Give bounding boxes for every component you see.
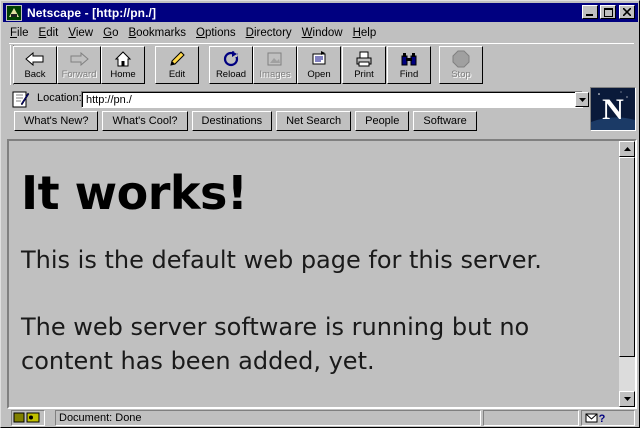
window-title: Netscape - [http://pn./] bbox=[27, 5, 157, 20]
minimize-icon bbox=[586, 14, 593, 16]
home-button[interactable]: Home bbox=[101, 46, 145, 84]
page-heading: It works! bbox=[21, 166, 248, 220]
mail-news-panel: ? bbox=[581, 410, 635, 426]
net-search-button[interactable]: Net Search bbox=[276, 111, 352, 131]
stop-icon bbox=[450, 49, 472, 69]
close-icon bbox=[623, 8, 631, 16]
print-button[interactable]: Print bbox=[342, 46, 386, 84]
page-content-frame: It works! This is the default web page f… bbox=[7, 139, 637, 409]
scroll-up-arrow-icon bbox=[623, 147, 631, 151]
printer-icon bbox=[353, 49, 375, 69]
security-key-icon bbox=[13, 412, 40, 423]
home-icon bbox=[112, 49, 134, 69]
forward-label: Forward bbox=[61, 69, 97, 80]
people-button[interactable]: People bbox=[355, 111, 410, 131]
software-button[interactable]: Software bbox=[413, 111, 477, 131]
open-label: Open bbox=[307, 69, 331, 80]
find-label: Find bbox=[399, 69, 419, 80]
maximize-icon bbox=[603, 7, 613, 17]
menu-window[interactable]: Window bbox=[297, 27, 348, 39]
forward-button[interactable]: Forward bbox=[57, 46, 101, 84]
reload-icon bbox=[220, 49, 242, 69]
pencil-icon bbox=[166, 49, 188, 69]
reload-button[interactable]: Reload bbox=[209, 46, 253, 84]
svg-text:?: ? bbox=[599, 413, 606, 424]
status-bar: Document: Done ? bbox=[9, 409, 637, 427]
title-bar[interactable]: Netscape - [http://pn./] bbox=[3, 3, 638, 22]
home-label: Home bbox=[110, 69, 136, 80]
print-label: Print bbox=[354, 69, 374, 80]
security-indicator[interactable] bbox=[11, 410, 45, 426]
menu-bar: File Edit View Go Bookmarks Options Dire… bbox=[5, 24, 381, 42]
netscape-n-logo-icon: N bbox=[591, 88, 635, 130]
status-text: Document: Done bbox=[59, 412, 142, 424]
vertical-scrollbar[interactable] bbox=[619, 141, 635, 407]
images-button[interactable]: Images bbox=[253, 46, 297, 84]
open-button[interactable]: Open bbox=[297, 46, 341, 84]
logo-letter: N bbox=[602, 93, 624, 126]
progress-panel bbox=[483, 410, 579, 426]
menu-bookmarks[interactable]: Bookmarks bbox=[123, 27, 191, 39]
close-button[interactable] bbox=[619, 5, 635, 19]
location-label: Location: bbox=[37, 92, 82, 104]
location-input[interactable] bbox=[81, 91, 583, 108]
maximize-button[interactable] bbox=[600, 5, 616, 19]
images-icon bbox=[264, 49, 286, 69]
navigation-toolbar: Back Forward Home Edit Reload Images Ope… bbox=[9, 43, 634, 85]
binoculars-icon bbox=[398, 49, 420, 69]
scroll-thumb[interactable] bbox=[619, 157, 635, 357]
images-label: Images bbox=[259, 69, 291, 80]
stop-button[interactable]: Stop bbox=[439, 46, 483, 84]
scroll-down-arrow-icon bbox=[623, 397, 631, 401]
page-content[interactable]: It works! This is the default web page f… bbox=[11, 143, 619, 407]
page-paragraph-1: This is the default web page for this se… bbox=[21, 246, 542, 274]
forward-arrow-icon bbox=[68, 49, 90, 69]
back-label: Back bbox=[24, 69, 46, 80]
directory-buttons-bar: What's New? What's Cool? Destinations Ne… bbox=[14, 111, 481, 133]
bookmark-quickfile-icon[interactable] bbox=[12, 90, 30, 108]
mail-icon[interactable]: ? bbox=[585, 411, 607, 425]
stop-label: Stop bbox=[451, 69, 471, 80]
whats-cool-button[interactable]: What's Cool? bbox=[102, 111, 188, 131]
location-dropdown-button[interactable] bbox=[575, 92, 589, 107]
open-icon bbox=[308, 49, 330, 69]
scroll-down-button[interactable] bbox=[619, 391, 635, 407]
edit-button[interactable]: Edit bbox=[155, 46, 199, 84]
menu-options[interactable]: Options bbox=[191, 27, 241, 39]
chevron-down-icon bbox=[578, 97, 586, 102]
menu-help[interactable]: Help bbox=[348, 27, 382, 39]
browser-window: Netscape - [http://pn./] File Edit View … bbox=[0, 0, 640, 428]
reload-label: Reload bbox=[215, 69, 247, 80]
find-button[interactable]: Find bbox=[387, 46, 431, 84]
back-button[interactable]: Back bbox=[13, 46, 57, 84]
menu-view[interactable]: View bbox=[63, 27, 98, 39]
netscape-app-icon bbox=[6, 4, 22, 21]
status-message-panel: Document: Done bbox=[55, 410, 481, 426]
scroll-up-button[interactable] bbox=[619, 141, 635, 157]
netscape-logo[interactable]: N bbox=[590, 87, 636, 131]
location-bar: Location: bbox=[9, 89, 589, 109]
minimize-button[interactable] bbox=[582, 5, 598, 19]
back-arrow-icon bbox=[24, 49, 46, 69]
edit-label: Edit bbox=[168, 69, 186, 80]
page-paragraph-2: The web server software is running but n… bbox=[21, 313, 530, 375]
menu-go[interactable]: Go bbox=[98, 27, 123, 39]
menu-edit[interactable]: Edit bbox=[34, 27, 64, 39]
whats-new-button[interactable]: What's New? bbox=[14, 111, 99, 131]
destinations-button[interactable]: Destinations bbox=[191, 111, 273, 131]
menu-directory[interactable]: Directory bbox=[241, 27, 297, 39]
menu-file[interactable]: File bbox=[5, 27, 34, 39]
